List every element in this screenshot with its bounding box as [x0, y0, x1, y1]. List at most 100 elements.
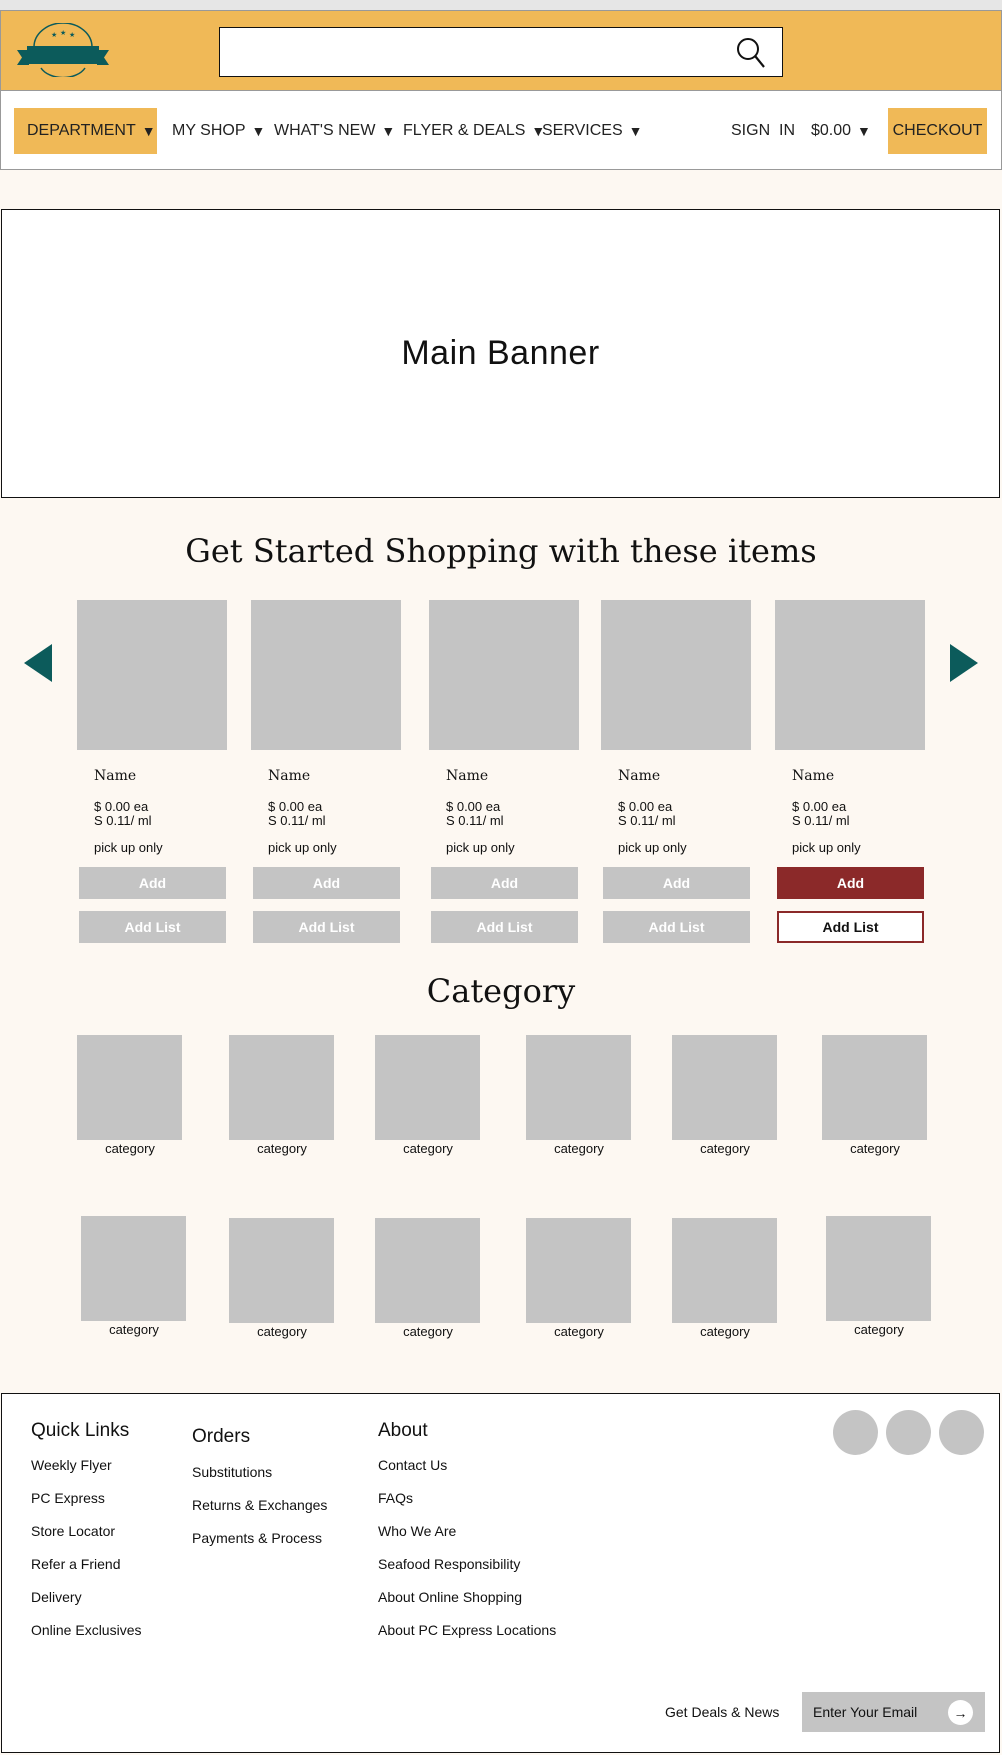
footer-link[interactable]: Substitutions — [192, 1464, 272, 1480]
caret-down-icon: ▼ — [141, 123, 156, 139]
category-image — [826, 1216, 931, 1321]
category-tile[interactable]: category — [229, 1035, 335, 1156]
category-tile[interactable]: category — [672, 1218, 778, 1339]
product-name[interactable]: Name — [446, 768, 488, 784]
footer-link[interactable]: Online Exclusives — [31, 1622, 142, 1638]
store-logo[interactable]: ★ ★ ★ — [17, 22, 109, 79]
category-tile[interactable]: category — [375, 1218, 481, 1339]
product-unit-price: S 0.11/ ml — [792, 813, 850, 828]
footer-link[interactable]: Refer a Friend — [31, 1556, 120, 1572]
category-tile[interactable]: category — [526, 1035, 632, 1156]
submit-arrow-icon[interactable]: → — [948, 1700, 973, 1725]
page: ★ ★ ★ DEPARTMENT ▼ MY SHOP ▼ WHAT'S NEW … — [0, 10, 1002, 1755]
newsletter-form: → — [802, 1692, 985, 1732]
category-tile[interactable]: category — [672, 1035, 778, 1156]
add-to-list-button[interactable]: Add List — [79, 911, 226, 943]
footer-link[interactable]: Returns & Exchanges — [192, 1497, 327, 1513]
product-image[interactable] — [601, 600, 751, 750]
product-name[interactable]: Name — [94, 768, 136, 784]
checkout-label: CHECKOUT — [892, 122, 983, 139]
email-input[interactable] — [802, 1692, 942, 1732]
add-to-list-button[interactable]: Add List — [603, 911, 750, 943]
product-availability: pick up only — [618, 840, 687, 855]
carousel-next-icon[interactable] — [950, 644, 978, 682]
nav-flyer-deals-label: FLYER & DEALS — [403, 122, 526, 139]
footer-link[interactable]: Seafood Responsibility — [378, 1556, 520, 1572]
sign-in-link[interactable]: SIGN IN — [731, 108, 795, 154]
nav-services-label: SERVICES — [542, 122, 623, 139]
category-tile[interactable]: category — [822, 1035, 928, 1156]
footer-link[interactable]: FAQs — [378, 1490, 413, 1506]
category-image — [81, 1216, 186, 1321]
category-tile[interactable]: category — [826, 1216, 932, 1337]
add-to-list-button[interactable]: Add List — [431, 911, 578, 943]
category-image — [672, 1218, 777, 1323]
category-image — [672, 1035, 777, 1140]
add-to-cart-button[interactable]: Add — [79, 867, 226, 899]
product-image[interactable] — [251, 600, 401, 750]
footer-link[interactable]: Weekly Flyer — [31, 1457, 112, 1473]
sign-in-label: SIGN IN — [731, 122, 796, 139]
category-image — [229, 1035, 334, 1140]
footer-link[interactable]: Contact Us — [378, 1457, 447, 1473]
product-name[interactable]: Name — [792, 768, 834, 784]
social-icon[interactable] — [886, 1410, 931, 1455]
footer-link[interactable]: About PC Express Locations — [378, 1622, 556, 1638]
category-label: category — [257, 1324, 307, 1339]
add-to-cart-button[interactable]: Add — [777, 867, 924, 899]
checkout-button[interactable]: CHECKOUT — [888, 108, 987, 154]
product-image[interactable] — [775, 600, 925, 750]
nav-my-shop-label: MY SHOP — [172, 122, 246, 139]
category-tile[interactable]: category — [526, 1218, 632, 1339]
category-image — [229, 1218, 334, 1323]
category-label: category — [109, 1322, 159, 1337]
product-card: Name $ 0.00 ea S 0.11/ ml pick up only Add Ad… — [601, 600, 753, 943]
add-to-list-button[interactable]: Add List — [253, 911, 400, 943]
add-to-cart-button[interactable]: Add — [253, 867, 400, 899]
add-to-cart-button[interactable]: Add — [603, 867, 750, 899]
social-icon[interactable] — [939, 1410, 984, 1455]
nav-services[interactable]: SERVICES ▼ — [542, 108, 642, 154]
search-bar[interactable] — [219, 27, 783, 77]
nav-my-shop[interactable]: MY SHOP ▼ — [172, 108, 265, 154]
cart-total-dropdown[interactable]: $0.00 ▼ — [811, 108, 871, 154]
nav-whats-new-label: WHAT'S NEW — [274, 122, 376, 139]
products-section-title: Get Started Shopping with these items — [185, 532, 817, 570]
social-icon[interactable] — [833, 1410, 878, 1455]
nav-whats-new[interactable]: WHAT'S NEW ▼ — [274, 108, 395, 154]
product-name[interactable]: Name — [618, 768, 660, 784]
cart-total: $0.00 — [811, 122, 852, 139]
product-image[interactable] — [77, 600, 227, 750]
carousel-prev-icon[interactable] — [24, 644, 52, 682]
category-image — [526, 1218, 631, 1323]
category-image — [526, 1035, 631, 1140]
footer-link[interactable]: Store Locator — [31, 1523, 115, 1539]
search-input[interactable] — [220, 28, 720, 76]
category-image — [77, 1035, 182, 1140]
svg-text:★: ★ — [51, 31, 57, 39]
caret-down-icon: ▼ — [628, 123, 643, 139]
svg-text:★: ★ — [60, 29, 66, 37]
nav-department[interactable]: DEPARTMENT ▼ — [14, 108, 157, 154]
search-icon[interactable] — [736, 37, 766, 69]
category-label: category — [700, 1324, 750, 1339]
add-to-list-button[interactable]: Add List — [777, 911, 924, 943]
category-label: category — [105, 1141, 155, 1156]
main-banner[interactable]: Main Banner — [1, 209, 1000, 498]
category-tile[interactable]: category — [81, 1216, 187, 1337]
category-tile[interactable]: category — [375, 1035, 481, 1156]
footer-link[interactable]: About Online Shopping — [378, 1589, 522, 1605]
product-card: Name $ 0.00 ea S 0.11/ ml pick up only Add Ad… — [77, 600, 229, 943]
nav-flyer-deals[interactable]: FLYER & DEALS ▼ — [403, 108, 545, 154]
product-name[interactable]: Name — [268, 768, 310, 784]
caret-down-icon: ▼ — [251, 123, 266, 139]
footer-link[interactable]: Delivery — [31, 1589, 82, 1605]
footer-link[interactable]: Payments & Process — [192, 1530, 322, 1546]
category-tile[interactable]: category — [229, 1218, 335, 1339]
footer-link[interactable]: Who We Are — [378, 1523, 456, 1539]
add-to-cart-button[interactable]: Add — [431, 867, 578, 899]
newsletter-label: Get Deals & News — [665, 1704, 780, 1720]
footer-link[interactable]: PC Express — [31, 1490, 105, 1506]
product-image[interactable] — [429, 600, 579, 750]
category-tile[interactable]: category — [77, 1035, 183, 1156]
